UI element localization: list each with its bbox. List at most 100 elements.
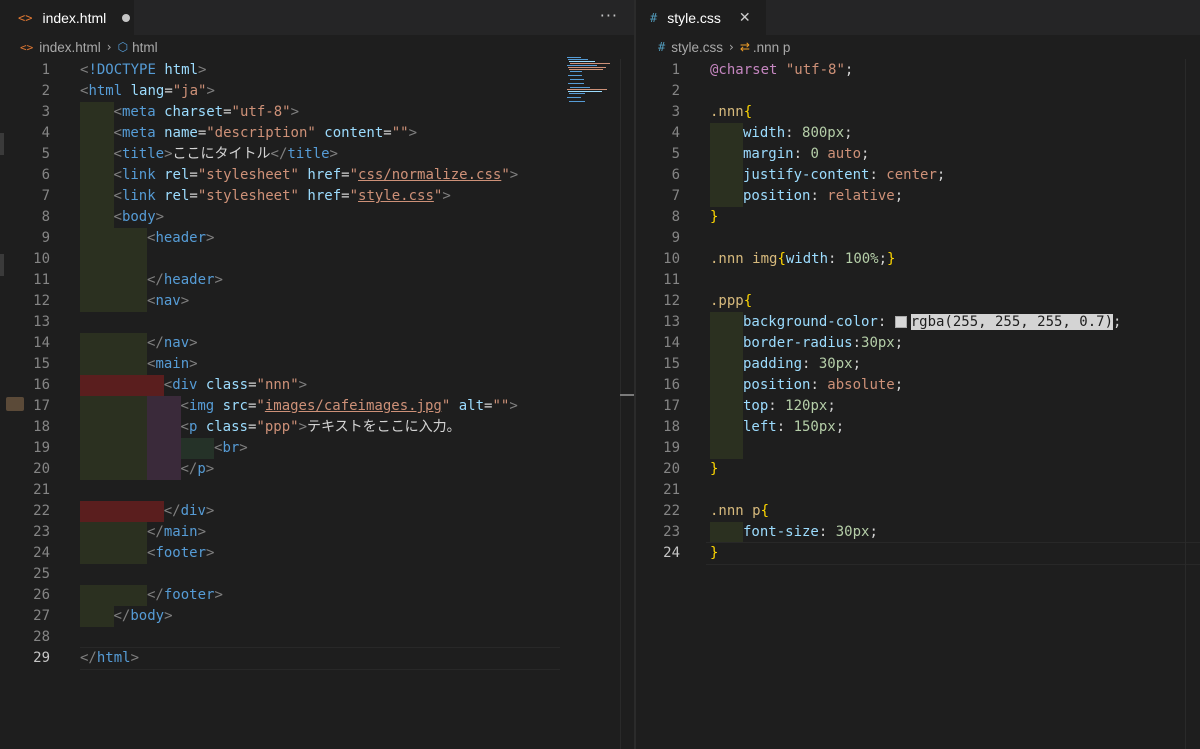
minimap[interactable] xyxy=(567,57,617,117)
code-line[interactable]: 21 xyxy=(636,480,1200,501)
tab-label: index.html xyxy=(42,9,107,26)
line-number: 9 xyxy=(671,230,680,246)
breadcrumb-file[interactable]: index.html xyxy=(39,40,101,55)
code-text: </body> xyxy=(114,606,173,627)
code-line[interactable]: 17 <img src="images/cafeimages.jpg" alt="… xyxy=(0,396,560,417)
code-line[interactable]: 5 margin: 0 auto; xyxy=(636,144,1200,165)
code-editor[interactable]: 1 <!DOCTYPE html> 2 <html lang="ja"> 3 <meta … xyxy=(0,59,634,749)
code-line[interactable]: 21 xyxy=(0,480,560,501)
code-line[interactable]: 18 <p class="ppp">テキストをここに入力。 xyxy=(0,417,560,438)
code-line[interactable]: 28 xyxy=(0,627,560,648)
code-line[interactable]: 18 left: 150px; xyxy=(636,417,1200,438)
code-line[interactable]: 11 </header> xyxy=(0,270,560,291)
code-line[interactable]: 6 <link rel="stylesheet" href="css/normal… xyxy=(0,165,560,186)
code-line[interactable]: 29 </html> xyxy=(0,647,560,670)
code-line[interactable]: 5 <title>ここにタイトル</title> xyxy=(0,144,560,165)
code-line[interactable]: 8} xyxy=(636,207,1200,228)
code-line[interactable]: 3 <meta charset="utf-8"> xyxy=(0,102,560,123)
code-line[interactable]: 24} xyxy=(636,542,1200,565)
code-token: > xyxy=(214,272,223,288)
code-line[interactable]: 15 <main> xyxy=(0,354,560,375)
code-text: <footer> xyxy=(147,543,214,564)
code-line[interactable]: 26 </footer> xyxy=(0,585,560,606)
indent-guide-highlight xyxy=(113,270,147,291)
code-line[interactable]: 24 <footer> xyxy=(0,543,560,564)
indent-guide-highlight xyxy=(80,396,114,417)
code-line[interactable]: 17 top: 120px; xyxy=(636,396,1200,417)
code-line[interactable]: 9 <header> xyxy=(0,228,560,249)
editor-pane-css[interactable]: # style.css ✕ # style.css › ⇄ .nnn p 1 @c… xyxy=(636,0,1200,749)
code-token: title xyxy=(121,146,165,162)
color-swatch-icon[interactable] xyxy=(894,316,907,328)
code-line[interactable]: 1 @charset "utf-8"; xyxy=(636,60,1200,81)
breadcrumb-symbol[interactable]: html xyxy=(132,40,158,55)
code-line[interactable]: 1 <!DOCTYPE html> xyxy=(0,60,560,81)
code-token: > xyxy=(206,545,215,561)
code-text: border-radius:30px; xyxy=(743,333,903,354)
code-line[interactable]: 7 <link rel="stylesheet" href="style.css"… xyxy=(0,186,560,207)
tab-style-css[interactable]: # style.css ✕ xyxy=(636,0,766,35)
breadcrumb-file[interactable]: style.css xyxy=(671,40,723,55)
breadcrumb-symbol[interactable]: .nnn p xyxy=(753,40,791,55)
code-line[interactable]: 8 <body> xyxy=(0,207,560,228)
code-line[interactable]: 23 </main> xyxy=(0,522,560,543)
code-token: nav xyxy=(155,293,181,309)
image-preview-icon[interactable] xyxy=(6,397,24,411)
code-line[interactable]: 27 </body> xyxy=(0,606,560,627)
code-token: ここにタイトル xyxy=(172,146,271,162)
code-line[interactable]: 13 background-color: rgba(255, 255, 255, … xyxy=(636,312,1200,333)
line-number: 24 xyxy=(663,545,680,561)
code-line[interactable]: 3 .nnn{ xyxy=(636,102,1200,123)
code-token: = xyxy=(341,188,350,204)
code-line[interactable]: 2 xyxy=(636,81,1200,102)
line-number: 1 xyxy=(41,62,50,78)
code-line[interactable]: 13 xyxy=(0,312,560,333)
code-line[interactable]: 22 </div> xyxy=(0,501,560,522)
code-token: 30px xyxy=(861,335,895,351)
code-line[interactable]: 11 xyxy=(636,270,1200,291)
code-token: header xyxy=(163,272,215,288)
code-line[interactable]: 15 padding: 30px; xyxy=(636,354,1200,375)
code-line[interactable]: 10 .nnn img{width: 100%;} xyxy=(636,249,1200,270)
code-token: !DOCTYPE xyxy=(88,62,156,78)
tab-index-html[interactable]: <> index.html xyxy=(0,0,134,35)
code-line[interactable]: 4 width: 800px; xyxy=(636,123,1200,144)
vertical-scrollbar[interactable] xyxy=(620,59,634,749)
code-line[interactable]: 16 <div class="nnn"> xyxy=(0,375,560,396)
code-line[interactable]: 10 xyxy=(0,249,560,270)
code-token: </ xyxy=(270,146,288,162)
code-line[interactable]: 20} xyxy=(636,459,1200,480)
more-actions-icon[interactable]: ··· xyxy=(600,6,618,25)
code-line[interactable]: 4 <meta name="description" content=""> xyxy=(0,123,560,144)
line-number: 4 xyxy=(41,125,50,141)
code-line[interactable]: 12 <nav> xyxy=(0,291,560,312)
code-editor[interactable]: 1 @charset "utf-8"; 2 3 .nnn{4 width: 800px; 5… xyxy=(636,59,1200,749)
code-line[interactable]: 20 </p> xyxy=(0,459,560,480)
code-line[interactable]: 12 .ppp{ xyxy=(636,291,1200,312)
scrollbar-thumb[interactable] xyxy=(620,394,634,396)
code-line[interactable]: 6 justify-content: center; xyxy=(636,165,1200,186)
code-token: ; xyxy=(861,146,870,162)
code-line[interactable]: 19 <br> xyxy=(0,438,560,459)
code-line[interactable]: 19 xyxy=(636,438,1200,459)
line-number: 22 xyxy=(663,503,680,519)
editor-pane-html[interactable]: <> index.html ··· <> index.html › ⬡ html… xyxy=(0,0,634,749)
code-line[interactable]: 14 border-radius:30px; xyxy=(636,333,1200,354)
code-token: nav xyxy=(163,335,190,351)
code-line[interactable]: 25 xyxy=(0,564,560,585)
close-icon[interactable]: ✕ xyxy=(739,10,751,26)
code-line[interactable]: 9 xyxy=(636,228,1200,249)
code-line[interactable]: 14 </nav> xyxy=(0,333,560,354)
minimap-line xyxy=(568,67,606,68)
vertical-scrollbar[interactable] xyxy=(1185,59,1200,749)
code-line[interactable]: 7 position: relative; xyxy=(636,186,1200,207)
code-token: 100% xyxy=(844,251,879,267)
code-line[interactable]: 22 .nnn p{ xyxy=(636,501,1200,522)
unsaved-dot-icon[interactable] xyxy=(122,13,131,22)
code-line[interactable]: 16 position: absolute; xyxy=(636,375,1200,396)
code-line[interactable]: 2 <html lang="ja"> xyxy=(0,81,560,102)
code-token: absolute xyxy=(827,377,895,393)
code-line[interactable]: 23 font-size: 30px; xyxy=(636,522,1200,543)
